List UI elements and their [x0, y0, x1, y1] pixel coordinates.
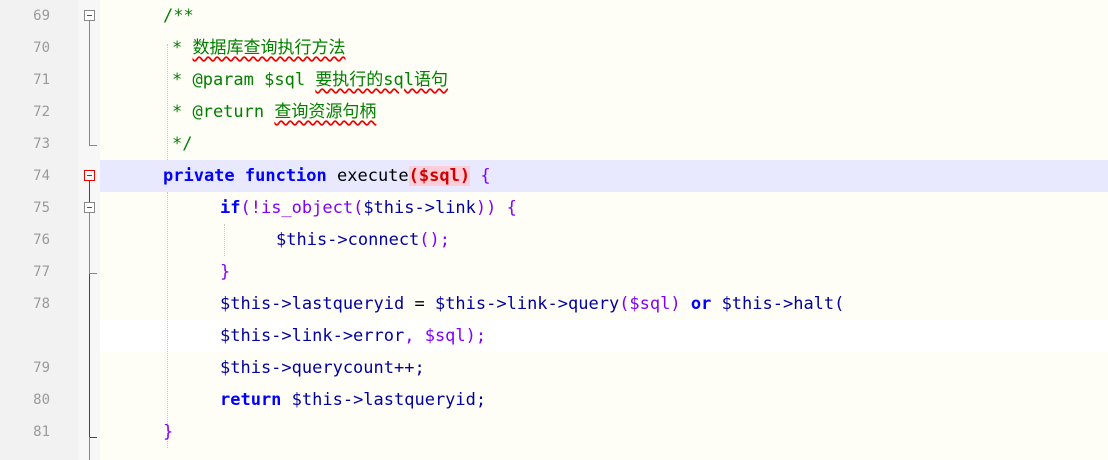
- code-line-72[interactable]: * @return 查询资源句柄: [172, 96, 376, 128]
- line-number: 72: [33, 104, 50, 120]
- code-line-70[interactable]: * 数据库查询执行方法: [172, 32, 345, 64]
- line-number: 78: [33, 296, 50, 312]
- line-number: 79: [33, 360, 50, 376]
- line-number: 71: [33, 72, 50, 88]
- code-line-74[interactable]: private function execute($sql) {: [163, 160, 491, 192]
- fold-guide-line: [89, 437, 90, 460]
- line-number-gutter: 69 70 71 72 73 74 75 76 77 78 79 80 81: [0, 0, 79, 460]
- indent-guide: [224, 224, 225, 256]
- fold-margin: [78, 0, 100, 460]
- code-line-75[interactable]: if(!is_object($this->link)) {: [220, 192, 517, 224]
- code-line-69[interactable]: /**: [163, 0, 194, 32]
- indent-guide: [167, 192, 168, 448]
- fold-end-tick: [89, 145, 97, 146]
- line-number: 81: [33, 424, 50, 440]
- line-number: 69: [33, 8, 50, 24]
- indent-guide: [167, 44, 168, 160]
- code-line-78[interactable]: $this->lastqueryid = $this->link->query(…: [220, 288, 844, 320]
- fold-toggle-icon[interactable]: [84, 202, 95, 213]
- fold-guide-line: [89, 213, 90, 273]
- code-line-76[interactable]: $this->connect();: [276, 224, 450, 256]
- code-line-81[interactable]: }: [163, 416, 173, 448]
- fold-toggle-icon[interactable]: [84, 10, 95, 21]
- fold-end-tick: [89, 437, 97, 438]
- line-number: 70: [33, 40, 50, 56]
- line-number: 77: [33, 264, 50, 280]
- line-number: 73: [33, 136, 50, 152]
- fold-end-tick: [89, 273, 97, 274]
- code-line-71[interactable]: * @param $sql 要执行的sql语句: [172, 64, 448, 96]
- line-number: 76: [33, 232, 50, 248]
- code-line-80[interactable]: return $this->lastqueryid;: [220, 384, 486, 416]
- line-number: 74: [33, 168, 50, 184]
- code-editor[interactable]: 69 70 71 72 73 74 75 76 77 78 79 80 81 /…: [0, 0, 1108, 460]
- line-number: 75: [33, 200, 50, 216]
- code-line-73[interactable]: */: [172, 128, 192, 160]
- code-line-79[interactable]: $this->querycount++;: [220, 352, 425, 384]
- code-line-77[interactable]: }: [220, 256, 230, 288]
- fold-guide-line: [89, 21, 90, 145]
- line-number: 80: [33, 392, 50, 408]
- code-line-78-wrap[interactable]: $this->link->error, $sql);: [220, 320, 486, 352]
- fold-toggle-icon[interactable]: [84, 170, 95, 181]
